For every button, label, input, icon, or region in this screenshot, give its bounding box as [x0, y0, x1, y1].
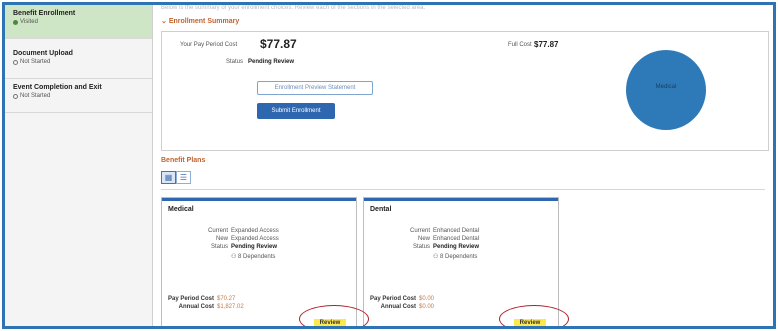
- new-plan-row: New Enhanced Dental: [390, 236, 479, 242]
- not-started-dot-icon: [13, 59, 18, 65]
- tile-view-button[interactable]: ▦: [161, 171, 176, 184]
- row-value: Pending Review: [433, 244, 480, 250]
- step-status-text: Not Started: [20, 93, 51, 99]
- pie-slice-label: Medical: [655, 84, 677, 90]
- sidebar-item-label: Benefit Enrollment: [13, 10, 76, 17]
- dependents-row: ⚇ 8 Dependents: [433, 253, 477, 260]
- dependents-icon: ⚇: [433, 254, 441, 260]
- status-row: Status Pending Review: [188, 244, 277, 250]
- instruction-text: Below is the summary of your enrollment …: [161, 5, 426, 11]
- divider: [161, 189, 765, 190]
- benefit-plans-title: Benefit Plans: [161, 157, 206, 164]
- sidebar: Benefit Enrollment Visited Document Uplo…: [5, 5, 153, 326]
- grid-icon: ▦: [164, 173, 173, 182]
- chevron-down-icon: ⌄: [161, 18, 169, 25]
- row-label: Status: [210, 244, 228, 250]
- view-toggle: ▦ ☰: [161, 171, 191, 184]
- new-plan-row: New Expanded Access: [188, 236, 279, 242]
- pay-period-cost-value: $77.87: [260, 37, 297, 51]
- row-label: New: [215, 236, 228, 242]
- full-cost-value: $77.87: [534, 40, 559, 49]
- row-label: New: [417, 236, 430, 242]
- sidebar-item-label: Event Completion and Exit: [13, 84, 102, 91]
- step-status: Not Started: [13, 93, 144, 99]
- cost-label: Annual Cost: [380, 304, 416, 310]
- card-accent-bar: [162, 198, 356, 201]
- pay-period-cost-row: Pay Period Cost $70.27: [166, 296, 235, 302]
- dependents-row: ⚇ 8 Dependents: [231, 253, 275, 260]
- row-label: Status: [412, 244, 430, 250]
- pay-period-cost-row: Pay Period Cost $0.00: [368, 296, 434, 302]
- cost-label: Annual Cost: [178, 304, 214, 310]
- visited-dot-icon: [13, 19, 18, 25]
- annual-cost-row: Annual Cost $0.00: [368, 304, 434, 310]
- row-value: Expanded Access: [231, 236, 279, 242]
- current-plan-row: Current Enhanced Dental: [390, 228, 479, 234]
- enrollment-summary-header[interactable]: ⌄ Enrollment Summary: [161, 17, 239, 25]
- review-callout-circle: [299, 305, 369, 326]
- cost-value: $0.00: [419, 296, 435, 302]
- cost-value: $70.27: [217, 296, 236, 302]
- sidebar-item-label: Document Upload: [13, 50, 73, 57]
- row-value: Expanded Access: [231, 228, 279, 234]
- pay-period-cost-label: Your Pay Period Cost: [180, 42, 238, 48]
- plan-title: Medical: [168, 206, 194, 213]
- step-status-text: Visited: [20, 19, 38, 25]
- dependents-icon: ⚇: [231, 254, 239, 260]
- row-label: Current: [207, 228, 228, 234]
- row-value: Pending Review: [231, 244, 278, 250]
- current-plan-row: Current Expanded Access: [188, 228, 279, 234]
- submit-enrollment-button[interactable]: Submit Enrollment: [257, 103, 335, 119]
- sidebar-item-document-upload[interactable]: Document Upload Not Started: [5, 45, 152, 79]
- dependents-text: 8 Dependents: [440, 254, 478, 260]
- plan-title: Dental: [370, 206, 392, 213]
- annual-cost-row: Annual Cost $1,827.02: [166, 304, 244, 310]
- main-content: Below is the summary of your enrollment …: [155, 5, 773, 326]
- section-title: Enrollment Summary: [168, 18, 240, 25]
- sidebar-item-event-completion[interactable]: Event Completion and Exit Not Started: [5, 79, 152, 113]
- full-cost-label: Full Cost: [508, 42, 532, 48]
- step-status-text: Not Started: [20, 59, 51, 65]
- row-value: Enhanced Dental: [433, 228, 480, 234]
- row-label: Current: [409, 228, 430, 234]
- not-started-dot-icon: [13, 93, 18, 99]
- step-status: Visited: [13, 19, 144, 25]
- status-value: Pending Review: [248, 59, 295, 65]
- card-accent-bar: [364, 198, 558, 201]
- cost-value: $1,827.02: [217, 304, 244, 310]
- step-status: Not Started: [13, 59, 144, 65]
- status-row: Status Pending Review: [390, 244, 479, 250]
- app-frame: Benefit Enrollment Visited Document Uplo…: [2, 2, 776, 329]
- review-callout-circle: [499, 305, 569, 326]
- sidebar-item-benefit-enrollment[interactable]: Benefit Enrollment Visited: [5, 5, 152, 39]
- status-label: Status: [226, 59, 244, 65]
- enrollment-preview-statement-button[interactable]: Enrollment Preview Statement: [257, 81, 373, 95]
- cost-label: Pay Period Cost: [167, 296, 214, 302]
- list-icon: ☰: [179, 173, 188, 182]
- row-value: Enhanced Dental: [433, 236, 480, 242]
- cost-pie-chart: Medical: [626, 50, 706, 130]
- enrollment-summary-panel: Your Pay Period Cost $77.87 Status Pendi…: [161, 31, 769, 151]
- cost-value: $0.00: [419, 304, 435, 310]
- dependents-text: 8 Dependents: [238, 254, 276, 260]
- list-view-button[interactable]: ☰: [176, 171, 191, 184]
- cost-label: Pay Period Cost: [369, 296, 416, 302]
